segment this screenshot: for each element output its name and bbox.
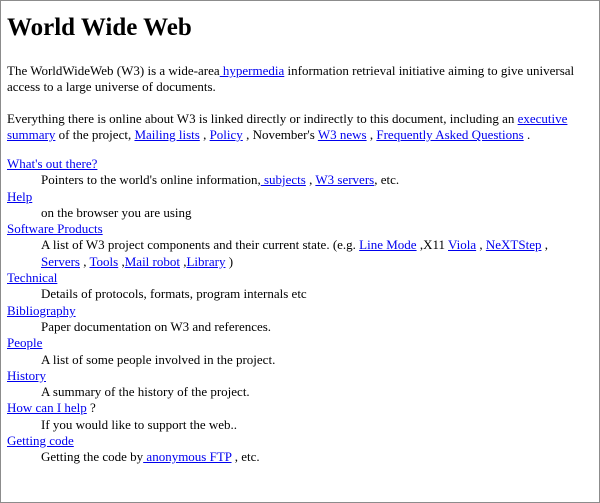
getting-code-text: Getting the code by <box>41 449 144 465</box>
viola-link[interactable]: Viola <box>448 237 476 252</box>
library-link[interactable]: Library <box>186 254 225 269</box>
history-link[interactable]: History <box>7 368 46 383</box>
how-can-i-help-link[interactable]: How can I help <box>7 400 87 415</box>
software-sep-a: , <box>476 237 486 253</box>
section-desc-people: A list of some people involved in the pr… <box>41 351 276 367</box>
getting-code-end: , etc. <box>231 449 260 465</box>
getting-code-link[interactable]: Getting code <box>7 433 74 448</box>
everything-text-1: Everything there is online about W3 is l… <box>7 111 518 126</box>
intro-paragraph: The WorldWideWeb (W3) is a wide-area hyp… <box>7 63 587 95</box>
software-text: A list of W3 project components and thei… <box>41 237 360 253</box>
section-term-people: People <box>7 335 592 351</box>
section-desc-whats-out-there: Pointers to the world's online informati… <box>41 172 592 188</box>
line-mode-link[interactable]: Line Mode <box>359 237 416 252</box>
section-term-whats-out-there: What's out there? <box>7 156 592 172</box>
section-desc-software-products: A list of W3 project components and thei… <box>41 237 592 253</box>
w3-news-link[interactable]: W3 news <box>318 127 367 142</box>
mail-robot-link[interactable]: Mail robot <box>125 254 180 269</box>
everything-text-5: , <box>366 127 377 142</box>
section-term-technical: Technical <box>7 270 592 286</box>
servers-link[interactable]: Servers <box>41 254 80 269</box>
software-close: ) <box>225 253 234 269</box>
subjects-link[interactable]: subjects <box>261 172 306 187</box>
page-title: World Wide Web <box>7 14 192 41</box>
section-term-getting-code: Getting code <box>7 433 592 449</box>
people-link[interactable]: People <box>7 335 42 350</box>
section-desc-how-can-i-help: If you would like to support the web.. <box>41 416 238 432</box>
everything-paragraph: Everything there is online about W3 is l… <box>7 111 587 143</box>
technical-link[interactable]: Technical <box>7 270 57 285</box>
section-desc-history: A summary of the history of the project. <box>41 384 250 400</box>
page: World Wide Web The WorldWideWeb (W3) is … <box>0 0 600 503</box>
software-products-link[interactable]: Software Products <box>7 221 103 236</box>
everything-text-4: , November's <box>242 127 318 142</box>
everything-text-6: . <box>523 127 531 142</box>
section-term-how-can-i-help: How can I help ? <box>7 400 592 416</box>
mailing-lists-link[interactable]: Mailing lists <box>134 127 199 142</box>
everything-text-3: , <box>199 127 210 142</box>
policy-link[interactable]: Policy <box>210 127 243 142</box>
section-desc-getting-code: Getting the code by anonymous FTP , etc. <box>41 449 592 465</box>
hypermedia-link[interactable]: hypermedia <box>220 63 284 78</box>
section-desc-technical: Details of protocols, formats, program i… <box>41 286 307 302</box>
tools-link[interactable]: Tools <box>90 254 119 269</box>
intro-text: The WorldWideWeb (W3) is a wide-area <box>7 63 220 78</box>
whats-out-end: , etc. <box>374 172 400 188</box>
software-sep-c: , <box>80 253 90 269</box>
section-list: What's out there? Pointers to the world'… <box>7 156 592 466</box>
bibliography-link[interactable]: Bibliography <box>7 303 76 318</box>
software-sep-b: , <box>541 237 548 253</box>
whats-out-text: Pointers to the world's online informati… <box>41 172 261 188</box>
help-link[interactable]: Help <box>7 189 32 204</box>
whats-out-there-link[interactable]: What's out there? <box>7 156 97 171</box>
section-desc-bibliography: Paper documentation on W3 and references… <box>41 318 272 334</box>
faq-link[interactable]: Frequently Asked Questions <box>376 127 523 142</box>
section-term-software-products: Software Products <box>7 221 592 237</box>
how-can-i-help-suffix: ? <box>86 400 96 416</box>
everything-text-2: of the project, <box>55 127 135 142</box>
software-x11: ,X11 <box>416 237 448 253</box>
section-term-bibliography: Bibliography <box>7 303 592 319</box>
section-term-history: History <box>7 368 592 384</box>
anonymous-ftp-link[interactable]: anonymous FTP <box>143 449 231 464</box>
nextstep-link[interactable]: NeXTStep <box>486 237 542 252</box>
section-desc-software-products-cont: Servers , Tools ,Mail robot ,Library ) <box>41 254 592 270</box>
w3-servers-link[interactable]: W3 servers <box>315 172 374 187</box>
section-desc-help: on the browser you are using <box>41 204 192 220</box>
whats-out-sep: , <box>305 172 316 188</box>
section-term-help: Help <box>7 189 592 205</box>
